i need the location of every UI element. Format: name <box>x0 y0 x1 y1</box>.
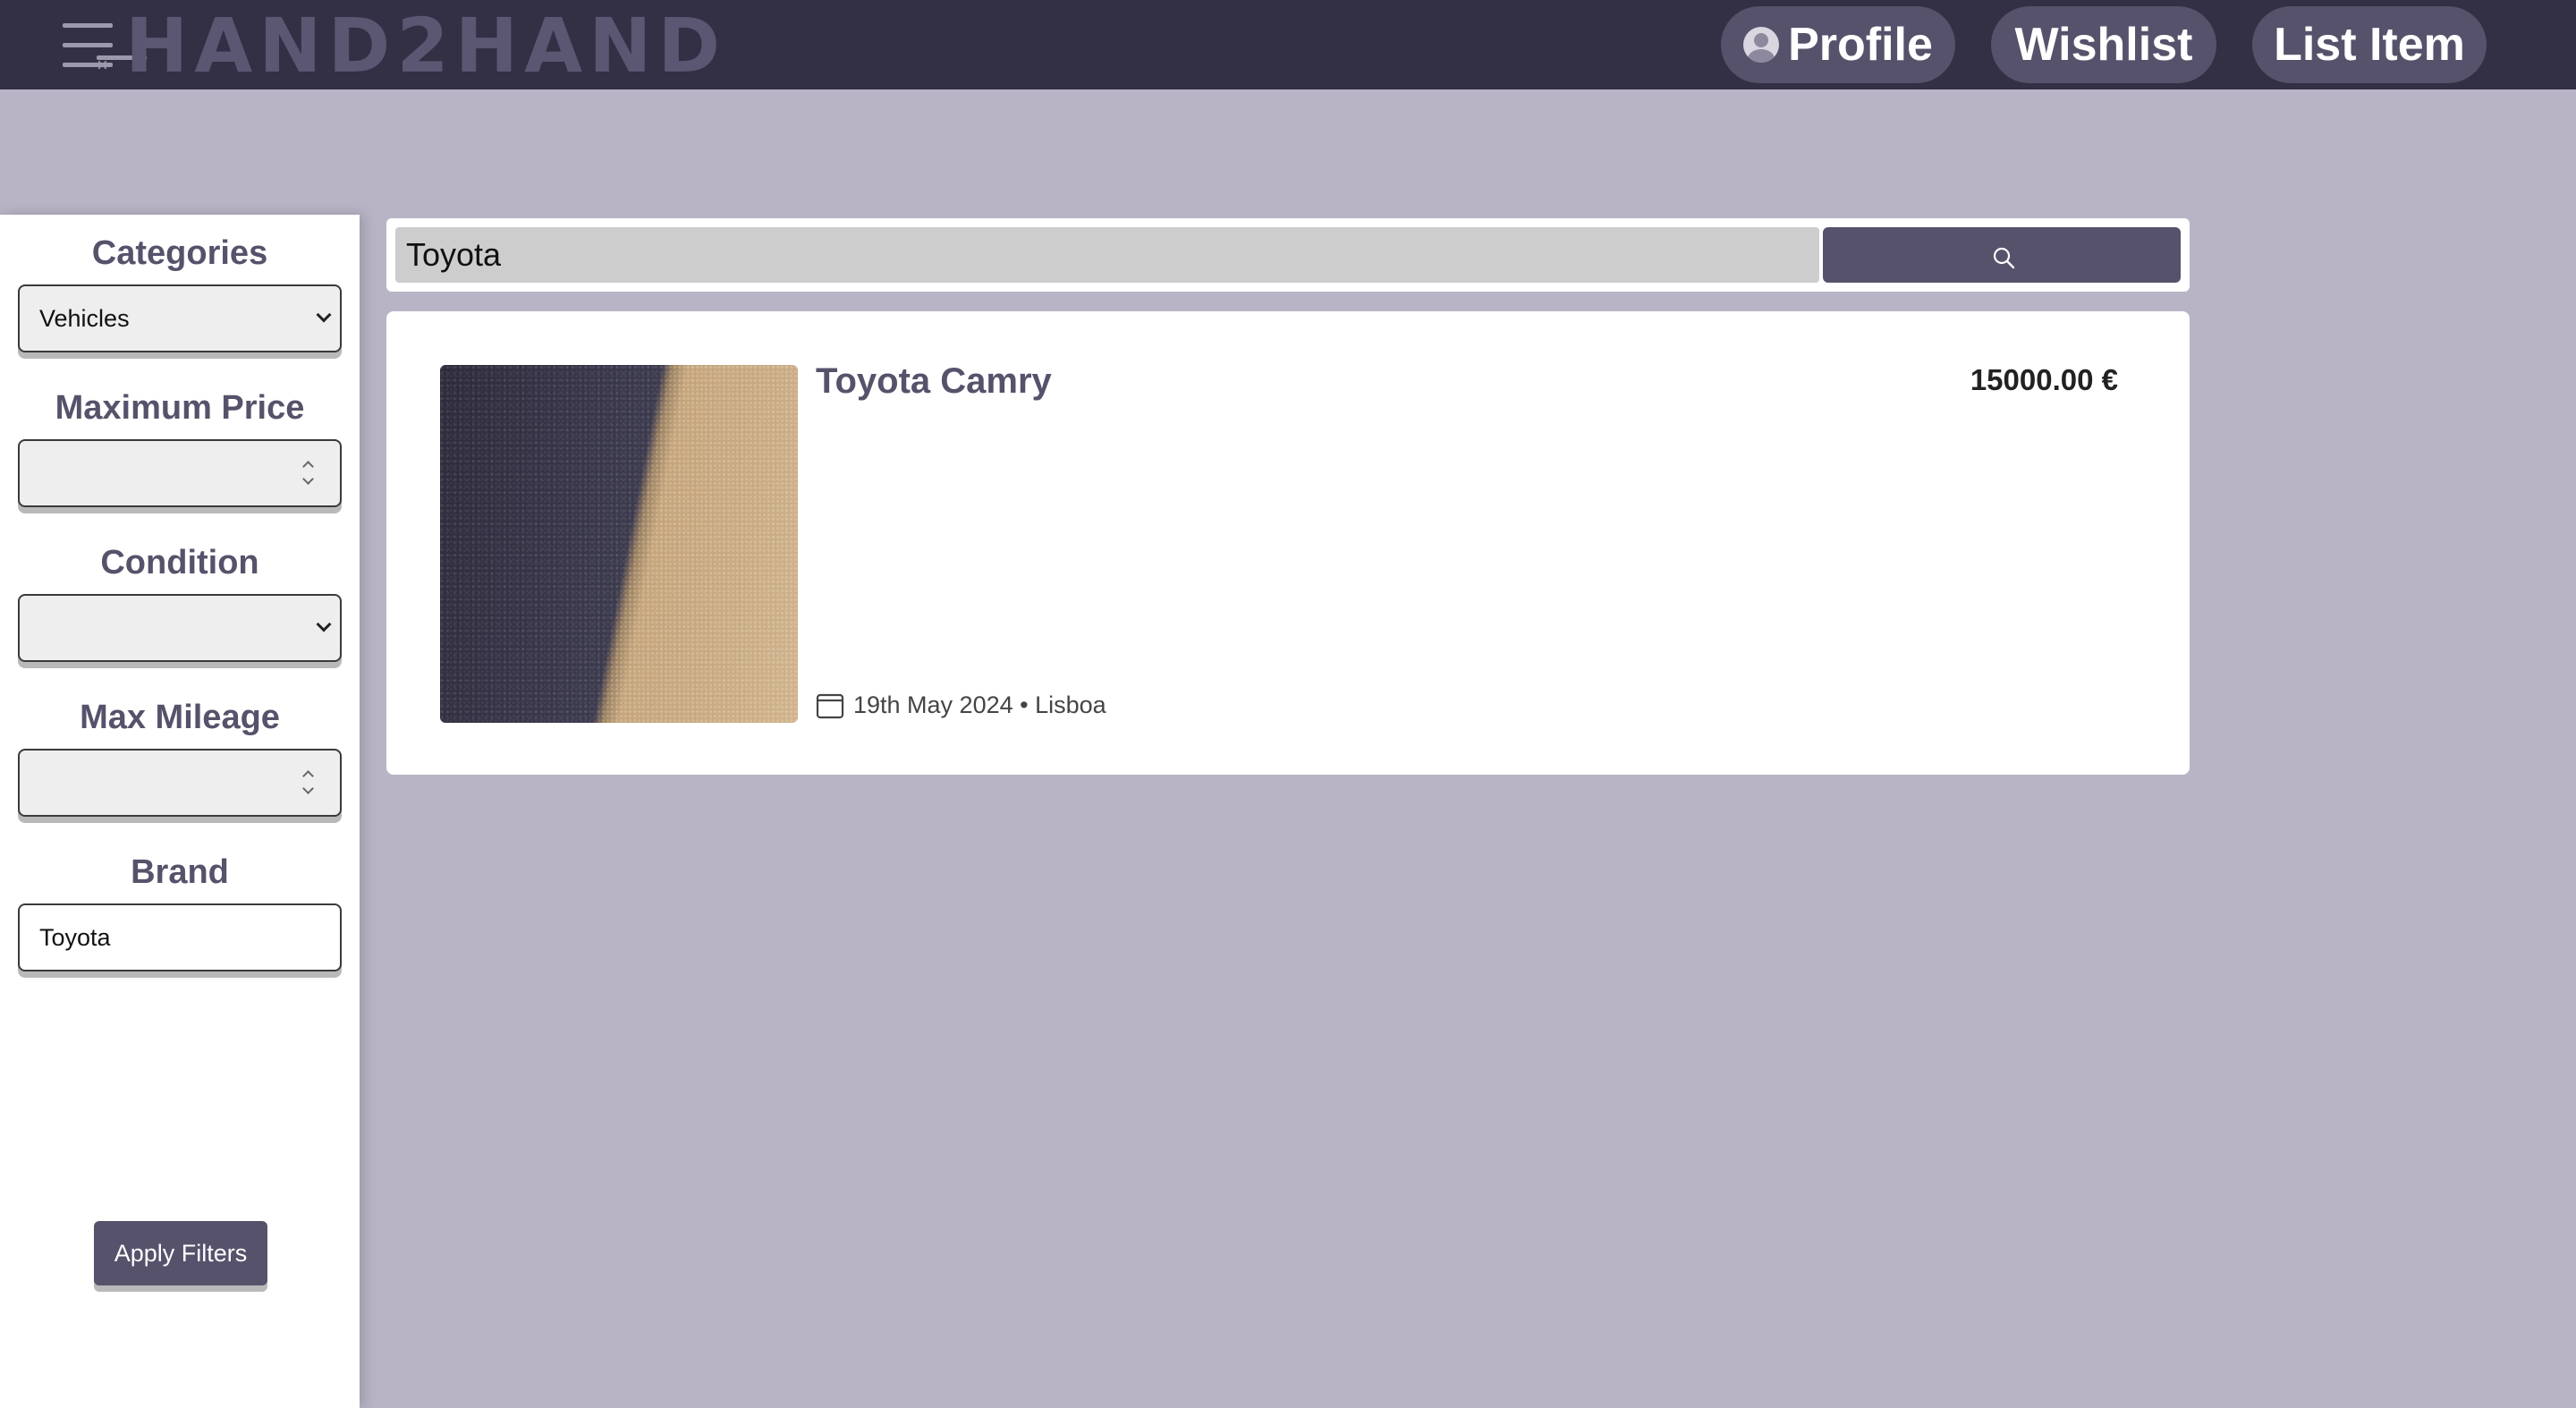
number-spinner-icon[interactable] <box>302 459 315 489</box>
listing-price: 15000.00 € <box>1970 363 2118 396</box>
categories-select[interactable]: Vehicles <box>18 284 342 352</box>
max-mileage-input[interactable] <box>18 749 342 817</box>
filters-sidebar: Categories Vehicles Maximum Price Condit… <box>0 215 360 1408</box>
list-item-label: List Item <box>2274 19 2465 71</box>
max-price-input[interactable] <box>18 439 342 507</box>
top-header: × HAND2HAND Profile Wishlist List Item <box>0 0 2576 89</box>
list-item-button[interactable]: List Item <box>2252 6 2487 83</box>
max-price-heading: Maximum Price <box>55 389 305 427</box>
brand-value: Toyota <box>39 923 111 951</box>
user-icon <box>1743 27 1780 63</box>
listing-card[interactable]: Toyota Camry 15000.00 € 19th May 2024 • … <box>386 311 2190 775</box>
number-spinner-icon[interactable] <box>302 768 315 799</box>
brand-heading: Brand <box>131 853 229 891</box>
site-logo[interactable]: HAND2HAND <box>125 7 726 84</box>
apply-filters-button[interactable]: Apply Filters <box>94 1221 267 1285</box>
search-icon <box>1993 247 2015 269</box>
condition-heading: Condition <box>100 544 259 581</box>
chevron-down-icon <box>316 616 332 632</box>
chevron-down-icon <box>316 307 332 323</box>
search-bar: Toyota <box>386 218 2190 292</box>
menu-icon[interactable]: × <box>63 21 147 75</box>
calendar-icon <box>816 693 844 719</box>
listing-date-location: 19th May 2024 • Lisboa <box>853 691 1106 718</box>
brand-input[interactable]: Toyota <box>18 903 342 971</box>
listing-title[interactable]: Toyota Camry <box>816 361 1052 402</box>
profile-label: Profile <box>1788 19 1933 71</box>
categories-selected-value: Vehicles <box>39 304 130 332</box>
listing-meta: 19th May 2024 • Lisboa <box>816 691 1106 719</box>
wishlist-button[interactable]: Wishlist <box>1991 6 2216 83</box>
search-button[interactable] <box>1823 227 2181 283</box>
search-input[interactable]: Toyota <box>395 227 1819 283</box>
categories-heading: Categories <box>91 234 268 272</box>
condition-select[interactable] <box>18 594 342 662</box>
profile-button[interactable]: Profile <box>1721 6 1955 83</box>
wishlist-label: Wishlist <box>2014 19 2193 71</box>
listing-image[interactable] <box>440 365 798 723</box>
max-mileage-heading: Max Mileage <box>80 699 280 736</box>
